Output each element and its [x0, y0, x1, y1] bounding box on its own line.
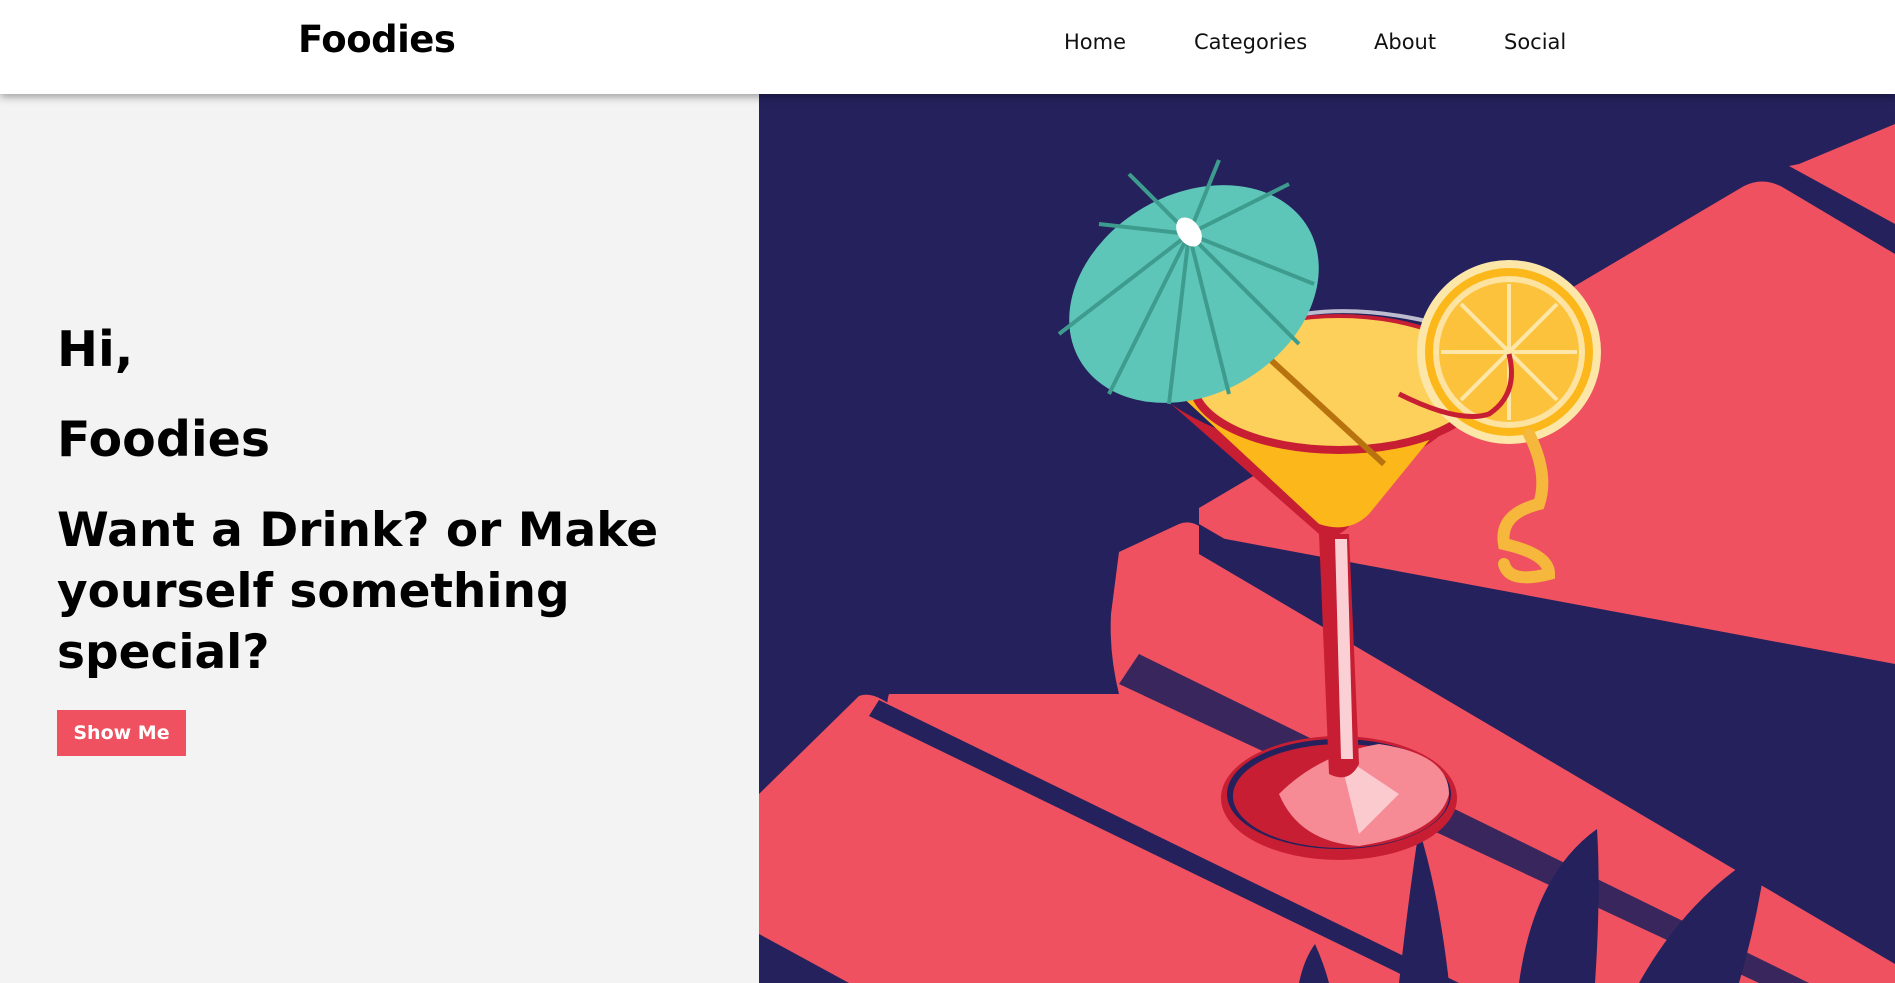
nav-social[interactable]: Social — [1504, 30, 1566, 54]
nav-links: Home Categories About Social — [0, 30, 1895, 60]
hero-name: Foodies — [57, 411, 271, 468]
hero-greeting: Hi, — [57, 321, 134, 378]
nav-categories[interactable]: Categories — [1194, 30, 1307, 54]
hero-tagline: Want a Drink? or Make yourself something… — [57, 503, 659, 680]
nav-about[interactable]: About — [1374, 30, 1436, 54]
navbar: Foodies Home Categories About Social — [0, 0, 1895, 94]
cocktail-illustration-icon — [759, 94, 1895, 983]
hero-section: Hi, Foodies Want a Drink? or Make yourse… — [0, 94, 759, 983]
hero-text: Hi, Foodies Want a Drink? or Make yourse… — [57, 320, 697, 683]
show-me-button[interactable]: Show Me — [57, 710, 186, 756]
nav-home[interactable]: Home — [1064, 30, 1126, 54]
